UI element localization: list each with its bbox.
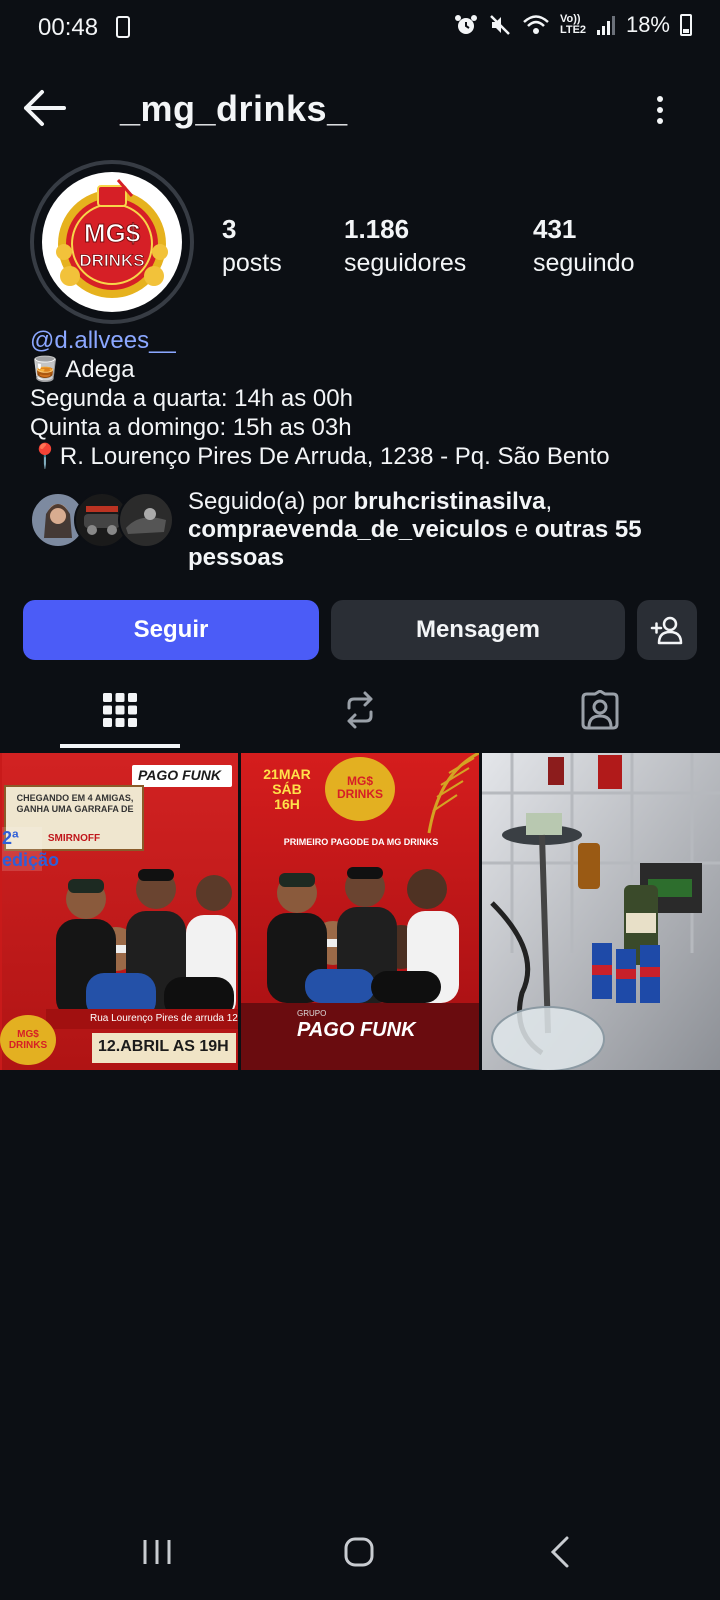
followed-by-text: Seguido(a) por bruhcristinasilva, compra… — [188, 488, 688, 572]
posts-label: posts — [222, 249, 282, 277]
post-logo: MG$ DRINKS — [325, 757, 395, 821]
palm-leaf-decoration — [427, 753, 479, 834]
post-address-bar: Rua Lourenço Pires de arruda 123 — [46, 1009, 238, 1029]
battery-icon — [680, 14, 692, 36]
post-thumbnail[interactable] — [482, 753, 720, 1070]
post-band-name: PAGO FUNK — [297, 1019, 416, 1041]
post-date: 12.ABRIL AS 19H — [98, 1038, 229, 1055]
post-thumbnail[interactable]: 21MAR SÁB 16H MG$ DRINKS PRIMEIRO PAGODE… — [241, 753, 479, 1070]
followed-user-link[interactable]: compraevenda_de_veiculos — [188, 516, 508, 543]
system-nav-bar — [0, 1506, 720, 1600]
message-button[interactable]: Mensagem — [331, 600, 625, 660]
post-logo-text: MG$ DRINKS — [336, 774, 383, 801]
post-logo-text: MG$ DRINKS — [8, 1029, 48, 1051]
network-label: Vo)) LTE2 — [559, 13, 587, 36]
post-headline: PRIMEIRO PAGODE DA MG DRINKS — [283, 837, 439, 847]
posts-count: 3 — [222, 214, 237, 244]
followed-user-link[interactable]: bruhcristinasilva — [353, 488, 545, 515]
back-nav-icon — [550, 1536, 569, 1568]
followed-conj: e — [508, 516, 535, 543]
bio-line: Segunda a quarta: 14h as 00h — [30, 385, 353, 412]
tab-reposts[interactable] — [240, 670, 480, 750]
screen-record-icon — [116, 16, 130, 38]
status-icons: Vo)) LTE2 18% — [454, 12, 692, 38]
bio-address: 📍R. Lourenço Pires De Arruda, 1238 - Pq.… — [30, 443, 610, 470]
recent-apps-button[interactable] — [127, 1530, 187, 1576]
avatar[interactable]: MG$ DRINKS — [42, 172, 182, 312]
profile-username: _mg_drinks_ — [120, 88, 348, 129]
grid-icon — [103, 693, 137, 727]
post-group-label: GRUPO — [297, 1009, 327, 1018]
followed-sep: , — [545, 488, 553, 515]
follower-avatar — [118, 492, 174, 548]
post-band-banner: GRUPO PAGO FUNK — [241, 1003, 479, 1070]
battery-percent: 18% — [625, 12, 670, 37]
post-edition: 2ª edição — [2, 827, 60, 871]
post-date-banner: 12.ABRIL AS 19H — [92, 1033, 236, 1063]
tab-posts-grid[interactable] — [0, 670, 240, 750]
more-dot — [657, 118, 663, 124]
posts-grid: PAGO FUNK CHEGANDO EM 4 AMIGAS, GANHA UM… — [0, 753, 720, 1070]
home-button[interactable] — [329, 1530, 389, 1576]
signal-icon — [596, 16, 615, 35]
followers-count: 1.186 — [344, 214, 410, 244]
post-people-photo — [56, 869, 236, 1019]
active-tab-indicator — [60, 744, 180, 748]
more-vertical-icon — [657, 96, 663, 102]
tab-tagged[interactable] — [480, 670, 720, 750]
home-icon — [344, 1537, 374, 1567]
bio-mention-link[interactable]: @d.allvees__ — [30, 326, 610, 355]
profile-header: _mg_drinks_ — [0, 70, 720, 150]
reposts-icon — [347, 691, 373, 729]
stat-following[interactable]: 431 seguindo — [533, 212, 634, 280]
bio-line: Quinta a domingo: 15h as 03h — [30, 414, 352, 441]
post-thumbnail[interactable]: PAGO FUNK CHEGANDO EM 4 AMIGAS, GANHA UM… — [0, 753, 238, 1070]
profile-tabs — [0, 670, 720, 750]
follow-button[interactable]: Seguir — [23, 600, 319, 660]
status-time: 00:48 — [38, 14, 99, 41]
mute-icon — [490, 15, 510, 35]
post-address: Rua Lourenço Pires de arruda 123 — [90, 1013, 238, 1024]
stat-followers[interactable]: 1.186 seguidores — [344, 212, 466, 280]
wifi-icon — [523, 15, 549, 34]
logo-text-bottom: DRINKS — [79, 251, 144, 270]
following-label: seguindo — [533, 249, 635, 277]
more-options-button[interactable] — [640, 90, 680, 130]
hookah-bottles-photo — [482, 753, 720, 1070]
back-button[interactable] — [22, 88, 68, 128]
profile-bio: @d.allvees__ 🥃 Adega Segunda a quarta: 1… — [30, 326, 610, 471]
arrow-left-icon — [24, 90, 66, 126]
post-people-photo — [267, 867, 459, 1003]
post-tag-badge: PAGO FUNK — [132, 765, 232, 787]
mg-drinks-logo: MG$ DRINKS — [56, 179, 168, 298]
suggest-accounts-button[interactable] — [637, 600, 697, 660]
followers-label: seguidores — [344, 249, 467, 277]
person-add-icon — [650, 616, 683, 645]
bio-line: 🥃 Adega — [30, 356, 135, 383]
followed-prefix: Seguido(a) por — [188, 488, 354, 515]
post-logo: MG$ DRINKS — [0, 1015, 56, 1065]
post-event-date: 21MAR SÁB 16H — [263, 766, 311, 812]
status-bar: 00:48 Vo)) LTE2 18% — [0, 0, 720, 58]
post-tag: PAGO FUNK — [138, 767, 221, 783]
more-dot — [657, 107, 663, 113]
alarm-icon — [454, 15, 477, 34]
stat-posts[interactable]: 3 posts — [222, 212, 282, 280]
followed-by-section[interactable]: Seguido(a) por bruhcristinasilva, compra… — [30, 488, 690, 571]
back-nav-button[interactable] — [531, 1530, 591, 1576]
post-promo-text: CHEGANDO EM 4 AMIGAS, GANHA UMA GARRAFA … — [16, 793, 134, 814]
logo-text-top: MG$ — [84, 218, 141, 248]
following-count: 431 — [533, 214, 577, 244]
recent-apps-icon — [143, 1540, 171, 1564]
tagged-icon — [581, 690, 619, 730]
